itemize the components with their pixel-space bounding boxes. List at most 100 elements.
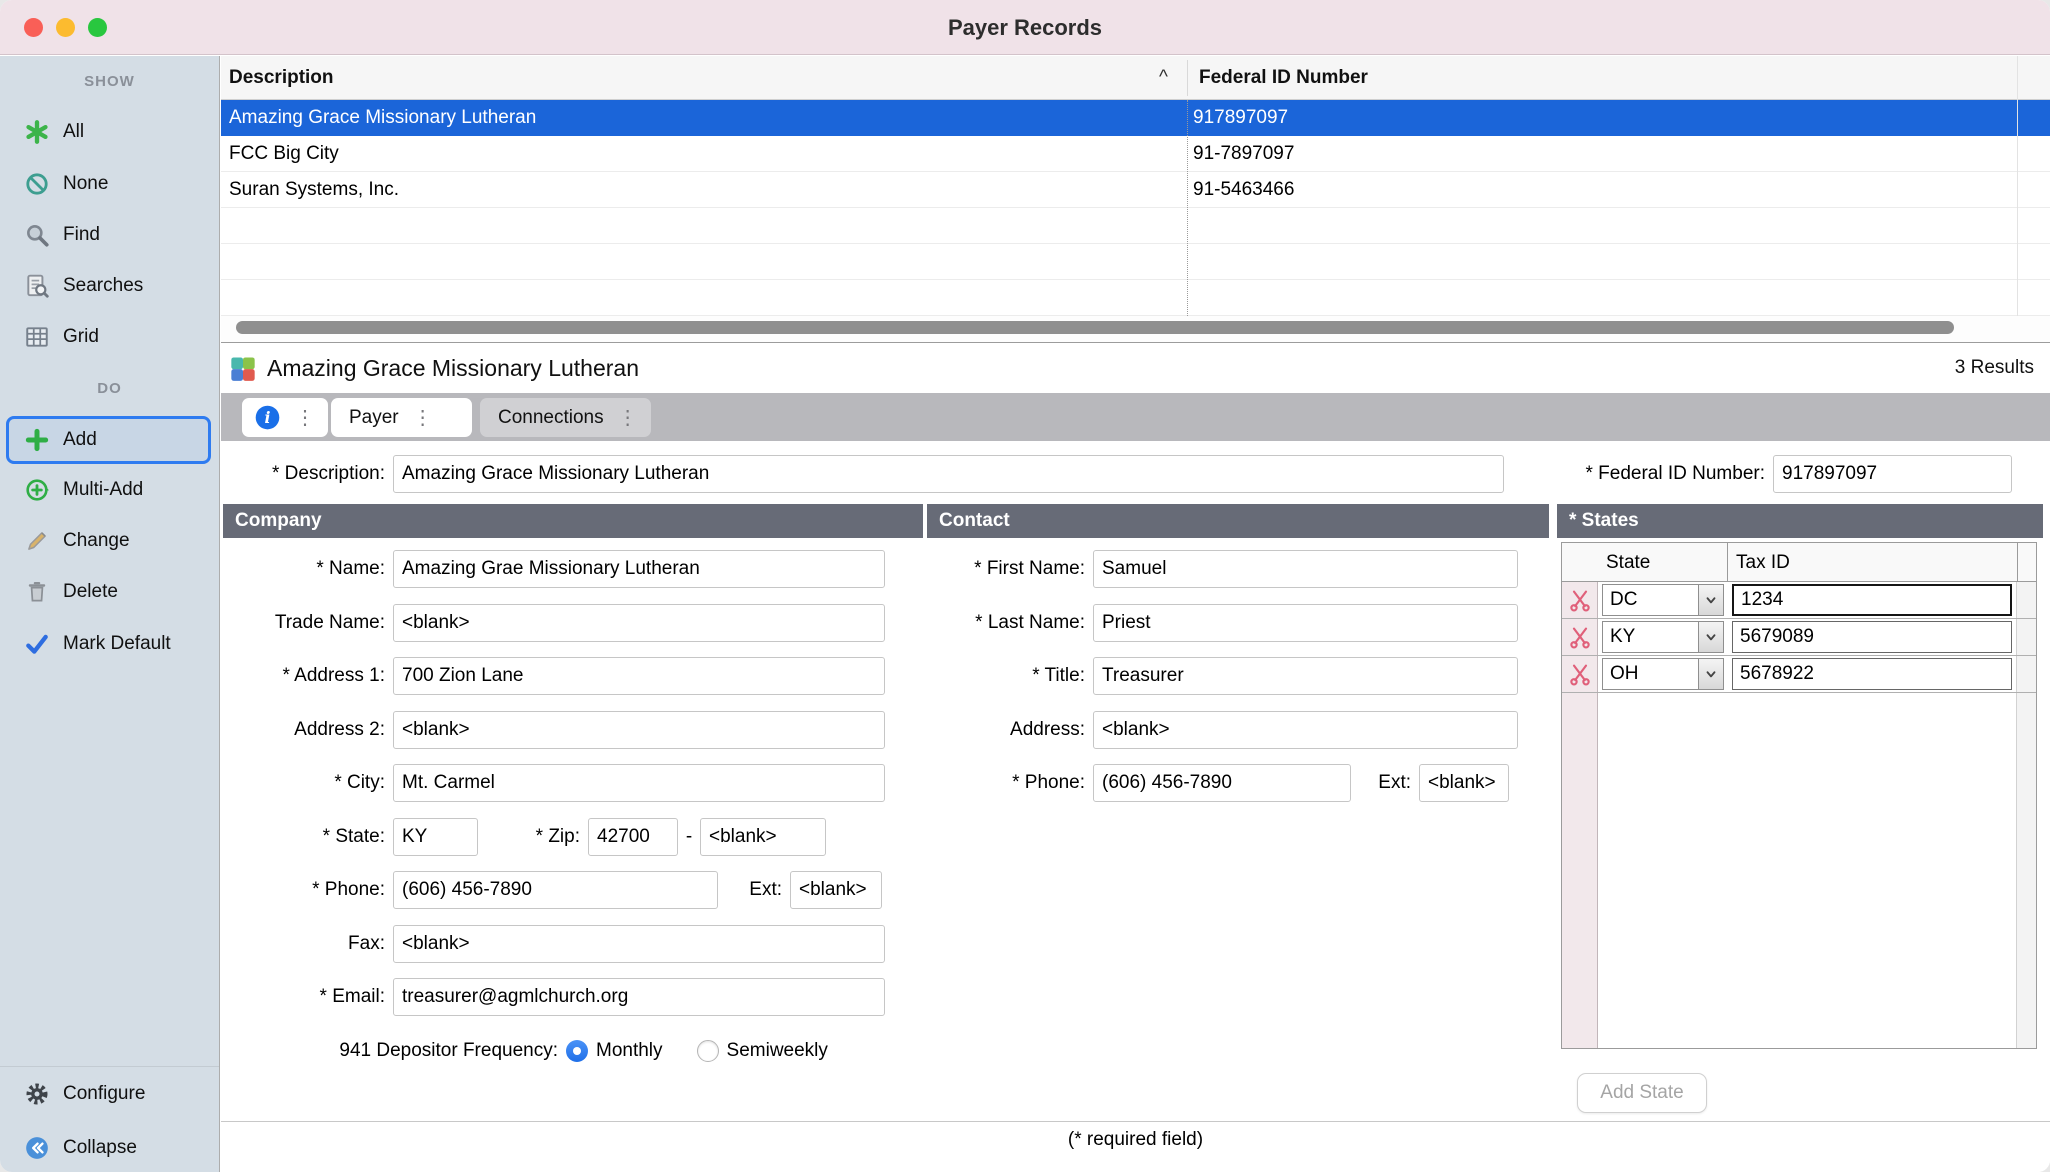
horizontal-scrollbar-thumb[interactable] (236, 321, 1954, 334)
table-row[interactable]: Suran Systems, Inc. 91-5463466 (221, 172, 2050, 208)
tax-id-input[interactable] (1732, 658, 2012, 690)
contact-ext-label: Ext: (1351, 772, 1419, 794)
multi-add-icon (24, 477, 50, 503)
address1-label: * Address 1: (223, 665, 393, 687)
address2-input[interactable] (393, 711, 885, 749)
tax-id-input[interactable] (1732, 621, 2012, 653)
state-zip-row: * State: * Zip: - (223, 818, 826, 856)
sort-ascending-indicator: ^ (1159, 56, 1168, 100)
trade-name-input[interactable] (393, 604, 885, 642)
company-name-input[interactable] (393, 550, 885, 588)
payer-description-cell: FCC Big City (229, 136, 339, 172)
payer-federal-id-cell: 917897097 (1193, 100, 1288, 136)
state-select[interactable]: DC (1602, 584, 1724, 616)
company-phone-row: * Phone: Ext: (223, 871, 882, 909)
add-state-button[interactable]: Add State (1577, 1073, 1707, 1113)
last-name-input[interactable] (1093, 604, 1518, 642)
tab-connections[interactable]: Connections ⋮ (480, 398, 651, 437)
sidebar-item-find[interactable]: Find (0, 215, 219, 255)
sidebar-item-collapse[interactable]: Collapse (0, 1128, 219, 1168)
sidebar-item-mark-default[interactable]: Mark Default (0, 624, 219, 664)
state-select[interactable]: OH (1602, 658, 1724, 690)
table-row[interactable]: Amazing Grace Missionary Lutheran 917897… (221, 100, 2050, 136)
results-count: 3 Results (1955, 343, 2034, 393)
tab-payer[interactable]: Payer ⋮ (331, 398, 472, 437)
description-input[interactable] (393, 455, 1504, 493)
table-row[interactable]: FCC Big City 91-7897097 (221, 136, 2050, 172)
payer-federal-id-cell: 91-5463466 (1193, 172, 1294, 208)
zip-input[interactable] (588, 818, 678, 856)
fax-row: Fax: (223, 925, 885, 963)
payer-description-cell: Suran Systems, Inc. (229, 172, 399, 208)
contact-title-input[interactable] (1093, 657, 1518, 695)
email-row: * Email: (223, 978, 885, 1016)
sidebar-item-grid[interactable]: Grid (0, 317, 219, 357)
fax-label: Fax: (223, 933, 393, 955)
drag-handle-icon: ⋮ (399, 405, 443, 430)
description-field-row: * Description: (223, 455, 1504, 493)
remove-state-button[interactable] (1567, 625, 1593, 651)
federal-id-input[interactable] (1773, 455, 2012, 493)
sidebar-item-multi-add[interactable]: Multi-Add (0, 470, 219, 510)
contact-title-label: * Title: (927, 665, 1093, 687)
company-ext-input[interactable] (790, 871, 882, 909)
company-phone-input[interactable] (393, 871, 718, 909)
sidebar-item-delete[interactable]: Delete (0, 572, 219, 612)
checkmark-icon (24, 631, 50, 657)
fax-input[interactable] (393, 925, 885, 963)
remove-state-button[interactable] (1567, 588, 1593, 614)
column-divider-dotted (1187, 100, 1188, 316)
tab-strip: i ⋮ Payer ⋮ Connections ⋮ (221, 393, 2050, 441)
horizontal-scrollbar-track[interactable] (221, 316, 2050, 342)
trade-name-label: Trade Name: (223, 612, 393, 634)
state-row: DC (1562, 582, 2036, 619)
collapse-chevrons-icon (24, 1135, 50, 1161)
remove-state-button[interactable] (1567, 662, 1593, 688)
payer-federal-id-cell: 91-7897097 (1193, 136, 1294, 172)
city-row: * City: (223, 764, 885, 802)
sidebar-item-label: None (63, 173, 108, 195)
first-name-input[interactable] (1093, 550, 1518, 588)
contact-phone-input[interactable] (1093, 764, 1351, 802)
monthly-radio[interactable] (566, 1040, 588, 1062)
sidebar-item-label: Collapse (63, 1137, 137, 1159)
sidebar-item-none[interactable]: None (0, 164, 219, 204)
sidebar-item-label: Add (63, 429, 97, 451)
company-name-row: * Name: (223, 550, 885, 588)
sidebar-item-configure[interactable]: Configure (0, 1074, 219, 1114)
tax-id-input[interactable] (1732, 584, 2012, 616)
sidebar-item-searches[interactable]: Searches (0, 266, 219, 306)
depositor-frequency-label: 941 Depositor Frequency: (223, 1040, 566, 1062)
table-row-empty (221, 244, 2050, 280)
contact-ext-input[interactable] (1419, 764, 1509, 802)
info-button[interactable]: i ⋮ (242, 398, 328, 437)
column-header-federal-id[interactable]: Federal ID Number (1199, 56, 1899, 100)
city-input[interactable] (393, 764, 885, 802)
name-label: * Name: (223, 558, 393, 580)
required-field-note: (* required field) (221, 1129, 2050, 1151)
column-header-description[interactable]: Description (229, 56, 1159, 100)
search-icon (24, 222, 50, 248)
states-table-header: State Tax ID (1562, 543, 2036, 582)
title-bar: Payer Records (0, 0, 2050, 55)
state-input[interactable] (393, 818, 478, 856)
zip4-input[interactable] (700, 818, 826, 856)
address1-input[interactable] (393, 657, 885, 695)
state-select[interactable]: KY (1602, 621, 1724, 653)
sidebar-item-all[interactable]: All (0, 112, 219, 152)
sidebar-item-change[interactable]: Change (0, 521, 219, 561)
pencil-icon (24, 528, 50, 554)
sidebar-item-add[interactable]: Add (0, 420, 219, 460)
contact-address-input[interactable] (1093, 711, 1518, 749)
depositor-frequency-row: 941 Depositor Frequency: Monthly Semiwee… (223, 1032, 862, 1070)
semiweekly-radio[interactable] (697, 1040, 719, 1062)
email-input[interactable] (393, 978, 885, 1016)
svg-text:i: i (265, 408, 271, 427)
table-row-empty (221, 280, 2050, 316)
sidebar-item-label: Searches (63, 275, 143, 297)
info-icon: i (254, 404, 281, 431)
sidebar-item-label: Change (63, 530, 130, 552)
ext-label: Ext: (718, 879, 790, 901)
payer-description-cell: Amazing Grace Missionary Lutheran (229, 100, 536, 136)
sidebar-item-label: All (63, 121, 84, 143)
